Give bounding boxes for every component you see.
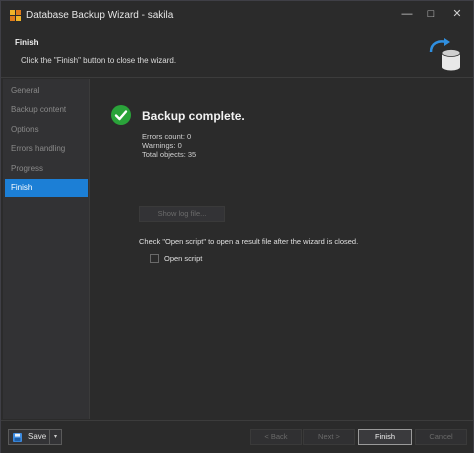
warnings-count: Warnings: 0: [142, 141, 182, 150]
window-title: Database Backup Wizard - sakila: [26, 10, 174, 21]
sidebar-item-progress[interactable]: Progress: [5, 160, 88, 178]
sidebar-item-finish[interactable]: Finish: [5, 179, 88, 197]
save-dropdown-button[interactable]: ▾: [49, 430, 61, 444]
minimize-button[interactable]: —: [397, 5, 417, 23]
show-log-button[interactable]: Show log file...: [139, 206, 225, 222]
backup-wizard-window: Database Backup Wizard - sakila — □ ✕ Fi…: [0, 0, 474, 453]
wizard-header: Finish Click the "Finish" button to clos…: [1, 29, 473, 78]
wizard-footer: Save ▾ < Back Next > Finish Cancel: [1, 420, 473, 453]
cancel-button[interactable]: Cancel: [415, 429, 467, 445]
close-button[interactable]: ✕: [447, 5, 467, 23]
page-title: Finish: [15, 38, 39, 47]
total-objects: Total objects: 35: [142, 150, 197, 159]
open-script-checkbox[interactable]: [150, 254, 159, 263]
database-wizard-icon: [10, 10, 21, 21]
save-button[interactable]: Save ▾: [8, 429, 62, 445]
sidebar-item-errors-handling[interactable]: Errors handling: [5, 140, 88, 158]
database-backup-icon: [429, 38, 461, 71]
wizard-steps-sidebar: General Backup content Options Errors ha…: [3, 79, 90, 419]
errors-count: Errors count: 0: [142, 132, 192, 141]
open-script-label[interactable]: Open script: [164, 254, 202, 263]
maximize-button[interactable]: □: [421, 5, 441, 23]
page-description: Click the "Finish" button to close the w…: [21, 56, 177, 65]
sidebar-item-backup-content[interactable]: Backup content: [5, 101, 88, 119]
status-title: Backup complete.: [142, 109, 245, 123]
back-button[interactable]: < Back: [250, 429, 302, 445]
sidebar-item-options[interactable]: Options: [5, 121, 88, 139]
next-button[interactable]: Next >: [303, 429, 355, 445]
sidebar-item-general[interactable]: General: [5, 82, 88, 100]
finish-button[interactable]: Finish: [358, 429, 412, 445]
finish-panel: Backup complete. Errors count: 0 Warning…: [91, 79, 473, 419]
check-circle-icon: [111, 105, 131, 125]
floppy-disk-icon: [13, 433, 22, 442]
save-label: Save: [28, 432, 47, 441]
title-bar[interactable]: Database Backup Wizard - sakila — □ ✕: [1, 1, 473, 29]
open-script-hint: Check "Open script" to open a result fil…: [139, 237, 359, 246]
